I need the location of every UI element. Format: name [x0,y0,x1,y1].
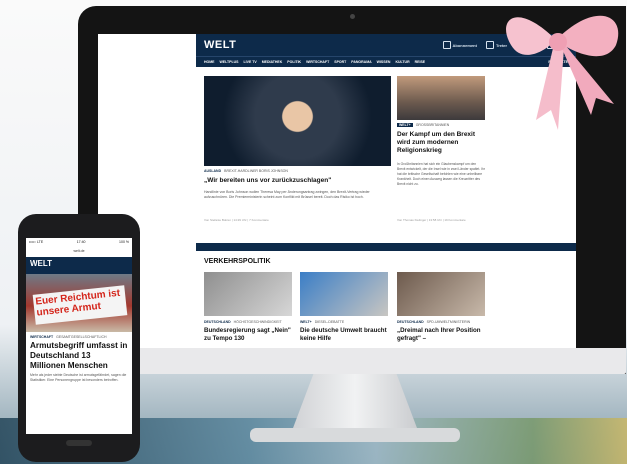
nav-politik[interactable]: POLITIK [287,60,301,64]
card-headline[interactable]: „Dreimal nach Ihrer Position gefragt" – [397,327,485,342]
lead-meta: Von Stefanie Bolzen | 14:29 Uhr | 7 Komm… [204,218,269,222]
site-logo[interactable]: WELT [204,39,236,51]
card-position[interactable]: DEUTSCHLAND SPD-UMWELTMINISTERIN „Dreimal… [397,272,485,342]
camera-dot [350,14,355,19]
lead-kicker: AUSLAND BREXIT-HARDLINER BORIS JOHNSON [204,169,288,173]
phone-screen: ••••○ LTE 17:40 100 % welt.de WELT Euer Re… [26,238,132,434]
card-headline[interactable]: Bundesregierung sagt „Nein" zu Tempo 130 [204,327,292,342]
card-kicker: DEUTSCHLAND HÖCHSTGESCHWINDIGKEIT [204,320,282,324]
smartphone: ••••○ LTE 17:40 100 % welt.de WELT Euer Re… [18,214,140,462]
side-kicker: WELT+ GROSSBRITANNIEN [397,123,450,127]
gift-icon [485,41,494,49]
protest-sign: Euer Reichtum ist unsere Armut [32,285,128,325]
lead-teaser: Handlinie von Boris Johnson wollen There… [204,190,370,199]
side-headline[interactable]: Der Kampf um den Brexit wird zum moderne… [397,131,485,155]
side-article-image[interactable] [397,76,485,120]
monitor-chin [78,348,626,374]
nav-reise[interactable]: REISE [415,60,426,64]
monitor-base [250,428,460,442]
nav-kultur[interactable]: KULTUR [395,60,409,64]
lead-article-image[interactable] [204,76,391,166]
nav-wirtschaft[interactable]: WIRTSCHAFT [306,60,329,64]
phone-status-bar: ••••○ LTE 17:40 100 % [29,240,129,244]
card-kicker: DEUTSCHLAND SPD-UMWELTMINISTERIN [397,320,471,324]
card-kicker: WELT+ DIESEL-DEBATTE [300,320,345,324]
side-meta: Von Thomas Kielinger | 13:58 Uhr | 19 Ko… [397,218,466,222]
section-divider [196,243,576,251]
phone-teaser: Mehr als jeder siebte Deutsche ist armut… [30,373,127,382]
nav-panorama[interactable]: PANORAMA [351,60,371,64]
nav-home[interactable]: HOME [204,60,215,64]
nav-sport[interactable]: SPORT [334,60,346,64]
section-title[interactable]: VERKEHRSPOLITIK [204,258,271,265]
card-headline[interactable]: Die deutsche Umwelt braucht keine Hilfe [300,327,388,342]
phone-url-bar[interactable]: welt.de [26,249,132,257]
card-umwelt[interactable]: WELT+ DIESEL-DEBATTE Die deutsche Umwelt … [300,272,388,342]
nav-weltplus[interactable]: WELTPLUS [220,60,239,64]
card-image [397,272,485,316]
subscription-link[interactable]: Abonnement [442,41,477,49]
gift-bow-icon [506,15,619,130]
phone-logo[interactable]: WELT [30,259,52,268]
lead-headline[interactable]: „Wir bereiten uns vor zurückzuschlagen" [204,177,391,184]
phone-article-image[interactable]: Euer Reichtum ist unsere Armut [26,274,132,332]
phone-home-indicator[interactable] [66,440,92,446]
menu-icon [442,41,451,49]
card-image [204,272,292,316]
nav-wissen[interactable]: WISSEN [377,60,391,64]
card-tempo-130[interactable]: DEUTSCHLAND HÖCHSTGESCHWINDIGKEIT Bundesr… [204,272,292,342]
phone-headline[interactable]: Armutsbegriff umfasst in Deutschland 13 … [26,339,132,373]
nav-live-tv[interactable]: LIVE TV [244,60,257,64]
phone-site-header: WELT [26,257,132,274]
side-teaser: In Großbritannien hat sich ein Glaubensk… [397,162,485,186]
phone-kicker: WIRTSCHAFT GESAMTGESELLSCHAFTLICH [30,335,107,339]
card-image [300,272,388,316]
nav-mediathek[interactable]: MEDIATHEK [262,60,283,64]
